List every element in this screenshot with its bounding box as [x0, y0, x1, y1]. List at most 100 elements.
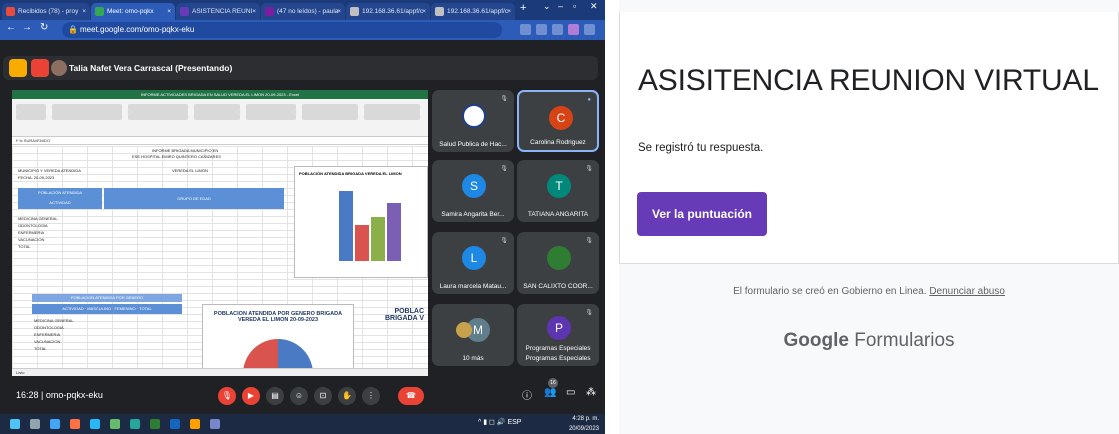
raise-hand-button[interactable]: ✋ [338, 387, 356, 405]
captions-button[interactable]: ▤ [266, 387, 284, 405]
app-icon[interactable] [70, 419, 80, 429]
tab-app-1[interactable]: 192.168.36.61/appf/c × [346, 3, 430, 20]
app-icon[interactable] [130, 419, 140, 429]
chrome-icon[interactable] [110, 419, 120, 429]
new-tab-button[interactable]: + [520, 2, 526, 14]
activities-icon[interactable]: ⁂ [586, 387, 596, 398]
forward-button[interactable]: → [22, 22, 32, 33]
language-indicator[interactable]: ESP [507, 419, 521, 426]
participant-name: Programas Especiales [525, 355, 591, 362]
app-icon[interactable] [210, 419, 220, 429]
presenter-name: Talia Nafet Vera Carrascal (Presentando) [69, 63, 233, 73]
share-icon[interactable] [536, 24, 547, 35]
excel-icon[interactable] [150, 419, 160, 429]
extension-icon[interactable] [520, 24, 531, 35]
participant-tile[interactable]: 🎙 SAN CALIXTO COOR... [517, 232, 599, 294]
report-abuse-link[interactable]: Denunciar abuso [929, 286, 1005, 297]
close-icon[interactable]: × [422, 3, 426, 20]
chevron-down-icon[interactable]: ⌄ [543, 1, 551, 12]
menu-icon[interactable] [584, 24, 595, 35]
table-title: POBLACIÓN ATENDIDA [37, 190, 83, 195]
chart-title: POBLACION ATENDIDA POR GENERO BRIGADA VE… [213, 311, 343, 323]
emoji-button[interactable]: ☺ [290, 387, 308, 405]
profile-icon[interactable] [568, 24, 579, 35]
avatar [51, 60, 67, 76]
tab-meet[interactable]: Meet: omo-pqkx × [91, 3, 175, 20]
tab-app-2[interactable]: 192.168.36.61/appf/c × [431, 3, 515, 20]
clock-time: 4:28 p. m. [572, 416, 599, 422]
close-window-button[interactable]: ✕ [590, 1, 598, 12]
participant-tile[interactable]: 🎙 L Laura marcela Matau... [432, 232, 514, 294]
col-header: ACTIVIDAD [62, 306, 84, 311]
participant-tile[interactable]: ● C Carolina Rodriguez [517, 90, 599, 152]
participants-count-badge: 16 [548, 378, 558, 388]
edge-icon[interactable] [90, 419, 100, 429]
minimize-button[interactable]: – [558, 1, 563, 11]
chart-bar [339, 191, 353, 261]
close-icon[interactable]: × [167, 3, 171, 20]
clock[interactable]: 4:28 p. m. 20/09/2023 [569, 414, 599, 434]
search-icon[interactable] [30, 419, 40, 429]
leave-call-button[interactable]: ☎ [398, 387, 424, 405]
info-icon[interactable]: ⓘ [522, 387, 532, 402]
close-icon[interactable]: × [337, 3, 341, 20]
participant-name: Laura marcela Matau... [439, 283, 507, 290]
close-icon[interactable]: × [507, 3, 511, 20]
table2-header: ACTIVIDAD · MASCULINO · FEMENINO · TOTAL [32, 304, 182, 314]
system-tray[interactable]: ^ ▮ ◻ 🔊 ESP [478, 418, 521, 426]
folder-icon[interactable] [190, 419, 200, 429]
chat-icon[interactable]: ▭ [566, 387, 575, 398]
browser-tab-bar: Recibidos (78) - proy × Meet: omo-pqkx × A… [0, 0, 605, 20]
participant-tile[interactable]: 🎙 Salud Publica de Hac... [432, 90, 514, 152]
present-button[interactable]: ⊡ [314, 387, 332, 405]
avatar [456, 322, 472, 338]
table-col: ACTIVIDAD [49, 200, 71, 205]
form-footer: El formulario se creó en Gobierno en Lin… [619, 286, 1119, 297]
col-header: TOTAL [139, 306, 152, 311]
activity-row: TOTAL [18, 244, 31, 249]
word-icon[interactable] [170, 419, 180, 429]
windows-start-icon[interactable] [10, 419, 20, 429]
sheet-date: FECHA: 20-09-2023 [18, 175, 55, 180]
tab-label: 192.168.36.61/appf/c [362, 8, 424, 15]
more-options-button[interactable]: ⋮ [362, 387, 380, 405]
participant-tile[interactable]: 🎙 P Programas Especiales Programas Espec… [517, 304, 599, 366]
globe-icon [350, 7, 359, 16]
mic-off-button[interactable]: 🎙 [218, 387, 236, 405]
excel-status-bar: Listo [12, 368, 428, 376]
tab-mail[interactable]: (47 no leídos) - paula × [261, 3, 345, 20]
star-icon[interactable] [552, 24, 563, 35]
camera-off-button[interactable]: ▶ [242, 387, 260, 405]
forms-icon [180, 7, 189, 16]
tab-gmail[interactable]: Recibidos (78) - proy × [2, 3, 90, 20]
table-header: POBLACIÓN ATENDIDA ACTIVIDAD [18, 188, 102, 209]
chart-bar [387, 203, 401, 261]
maximize-button[interactable]: ▫ [573, 1, 576, 11]
meet-controls: 16:28 | omo-pqkx-eku 🎙 ▶ ▤ ☺ ⊡ ✋ ⋮ ☎ ⓘ 👥… [0, 376, 605, 414]
task-view-icon[interactable] [50, 419, 60, 429]
people-button[interactable]: 👥 [544, 387, 556, 398]
back-button[interactable]: ← [6, 22, 16, 33]
pin-icon[interactable] [9, 59, 27, 77]
participant-name: TATIANA ANGARITA [527, 211, 589, 218]
avatar: C [549, 106, 573, 130]
record-icon[interactable] [31, 59, 49, 77]
footer-text: El formulario se creó en Gobierno en Lin… [733, 286, 927, 297]
close-icon[interactable]: × [82, 3, 86, 20]
clock-date: 20/09/2023 [568, 426, 599, 432]
url-field[interactable]: 🔒 meet.google.com/omo-pqkx-eku [62, 22, 502, 38]
chart-title: POBLACIÓN ATENDIDA BRIGADA VEREDA EL LIM… [299, 171, 402, 176]
activity-row: MEDICINA GENERAL [18, 216, 58, 221]
view-score-button[interactable]: Ver la puntuación [637, 192, 767, 236]
close-icon[interactable]: × [252, 3, 256, 20]
activity-row: ODONTOLOGIA [34, 325, 64, 330]
more-participants-tile[interactable]: M 10 más [432, 304, 514, 366]
chart-bar [355, 225, 369, 261]
participant-name: Programas Especiales [525, 345, 591, 352]
reload-button[interactable]: ↻ [40, 22, 48, 33]
tab-forms[interactable]: ASISTENCIA REUNI × [176, 3, 260, 20]
participant-tile[interactable]: 🎙 S Samira Angarita Ber... [432, 160, 514, 222]
participant-tile[interactable]: 🎙 T TATIANA ANGARITA [517, 160, 599, 222]
avatar: S [462, 174, 486, 198]
avatar: L [462, 246, 486, 270]
